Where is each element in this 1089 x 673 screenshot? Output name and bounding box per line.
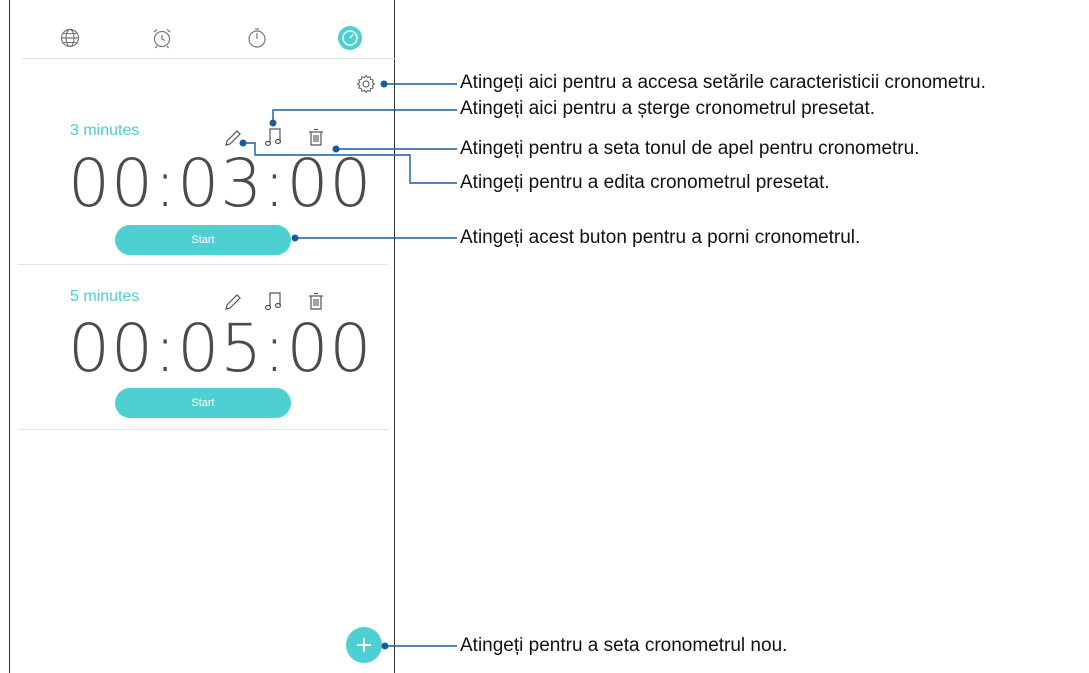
callout-delete: Atingeți aici pentru a șterge cronometru… [460,98,876,119]
callout-settings: Atingeți aici pentru a accesa setările c… [460,72,986,93]
callout-new: Atingeți pentru a seta cronometrul nou. [460,635,788,656]
callout-start: Atingeți acest buton pentru a porni cron… [460,227,861,248]
callout-edit: Atingeți pentru a edita cronometrul pres… [460,172,830,193]
callout-ringtone: Atingeți pentru a seta tonul de apel pen… [460,138,920,159]
